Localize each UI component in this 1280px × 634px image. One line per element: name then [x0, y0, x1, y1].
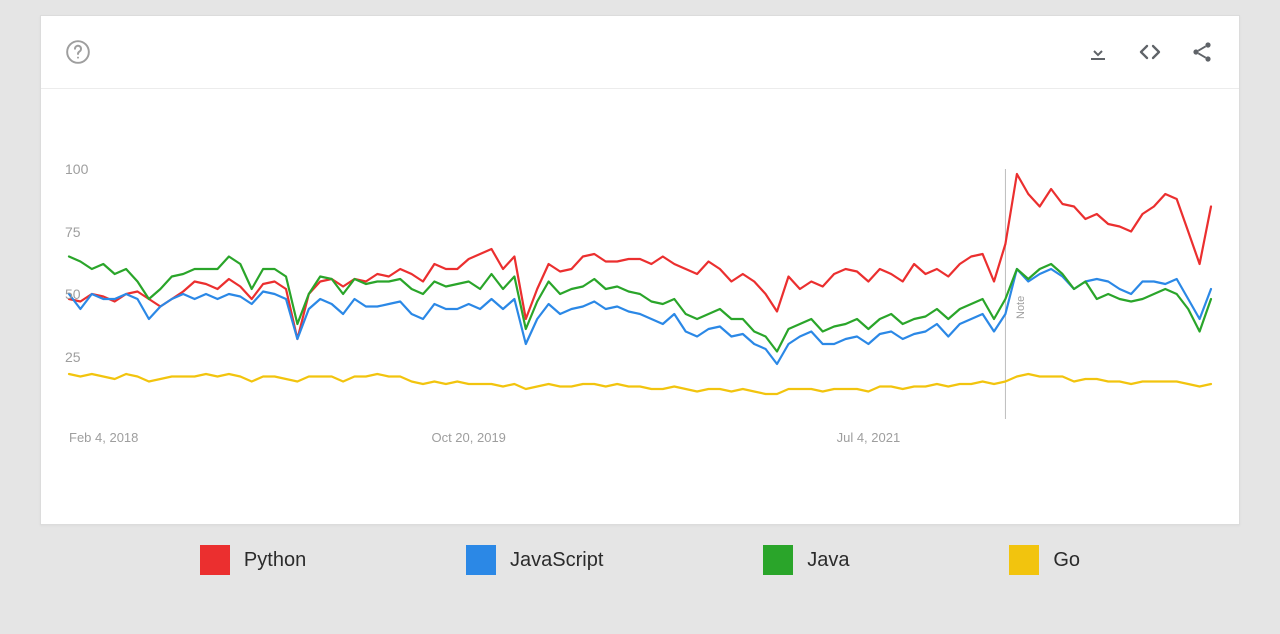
plot-area: 255075100Feb 4, 2018Oct 20, 2019Jul 4, 2…	[69, 169, 1211, 419]
x-tick-label: Feb 4, 2018	[69, 430, 138, 445]
legend-item-javascript: JavaScript	[466, 545, 603, 575]
legend-swatch	[1009, 545, 1039, 575]
chart-legend: Python JavaScript Java Go	[40, 545, 1240, 575]
series-line-javascript	[69, 269, 1211, 364]
x-tick-label: Oct 20, 2019	[431, 430, 505, 445]
share-icon[interactable]	[1187, 37, 1217, 67]
note-label: Note	[1015, 296, 1027, 319]
legend-label: JavaScript	[510, 549, 603, 572]
legend-label: Go	[1053, 549, 1080, 572]
legend-swatch	[763, 545, 793, 575]
legend-swatch	[466, 545, 496, 575]
code-icon[interactable]	[1135, 37, 1165, 67]
y-tick-label: 75	[65, 224, 81, 240]
y-tick-label: 25	[65, 349, 81, 365]
legend-swatch	[200, 545, 230, 575]
toolbar-right	[1083, 37, 1217, 67]
legend-label: Python	[244, 549, 306, 572]
legend-item-python: Python	[200, 545, 306, 575]
series-line-go	[69, 374, 1211, 394]
help-icon[interactable]	[63, 37, 93, 67]
toolbar-left	[63, 37, 93, 67]
chart-card: 25 50 75 100 Feb 4, 2018 Oct 20, 2019 Jul 4, 2…	[40, 15, 1240, 525]
legend-item-java: Java	[763, 545, 849, 575]
legend-item-go: Go	[1009, 545, 1080, 575]
chart-area: 255075100Feb 4, 2018Oct 20, 2019Jul 4, 2…	[41, 89, 1239, 439]
legend-label: Java	[807, 549, 849, 572]
series-line-java	[69, 257, 1211, 352]
chart-lines	[69, 169, 1211, 419]
chart-toolbar	[41, 16, 1239, 89]
y-tick-label: 100	[65, 161, 88, 177]
x-tick-label: Jul 4, 2021	[837, 430, 901, 445]
download-icon[interactable]	[1083, 37, 1113, 67]
y-tick-label: 50	[65, 286, 81, 302]
